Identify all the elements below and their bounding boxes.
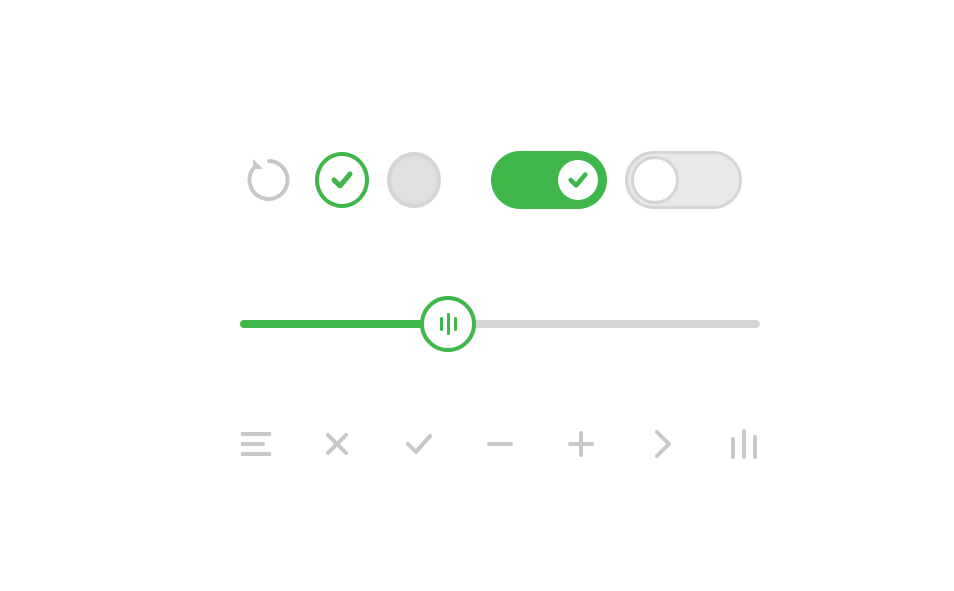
handle-bar-icon [440,317,443,331]
check-button[interactable] [403,428,435,460]
check-icon [330,168,354,192]
plus-icon [568,431,594,457]
handle-bar-icon [447,313,450,335]
toggle-switch-on[interactable] [491,151,607,209]
equalizer-button[interactable] [728,428,760,460]
close-icon [325,432,349,456]
toggle-knob [631,156,679,204]
minus-icon [487,440,513,448]
slider[interactable] [240,320,760,328]
chevron-right-icon [653,429,673,459]
handle-bar-icon [454,317,457,331]
check-icon [405,432,433,456]
menu-button[interactable] [240,428,272,460]
toggle-switch-off[interactable] [625,151,742,209]
radio-circle-button[interactable] [387,152,441,208]
plus-button[interactable] [565,428,597,460]
close-button[interactable] [321,428,353,460]
next-button[interactable] [647,428,679,460]
menu-icon [241,431,271,457]
refresh-button[interactable] [240,150,297,210]
controls-row [240,150,760,210]
equalizer-icon [730,429,758,459]
minus-button[interactable] [484,428,516,460]
ui-kit-panel [240,150,760,460]
slider-handle[interactable] [420,296,476,352]
toggle-knob [554,156,602,204]
slider-row [240,320,760,328]
check-circle-button[interactable] [315,152,369,208]
check-icon [567,169,589,191]
refresh-icon [244,155,294,205]
slider-fill [240,320,448,328]
icons-row [240,428,760,460]
